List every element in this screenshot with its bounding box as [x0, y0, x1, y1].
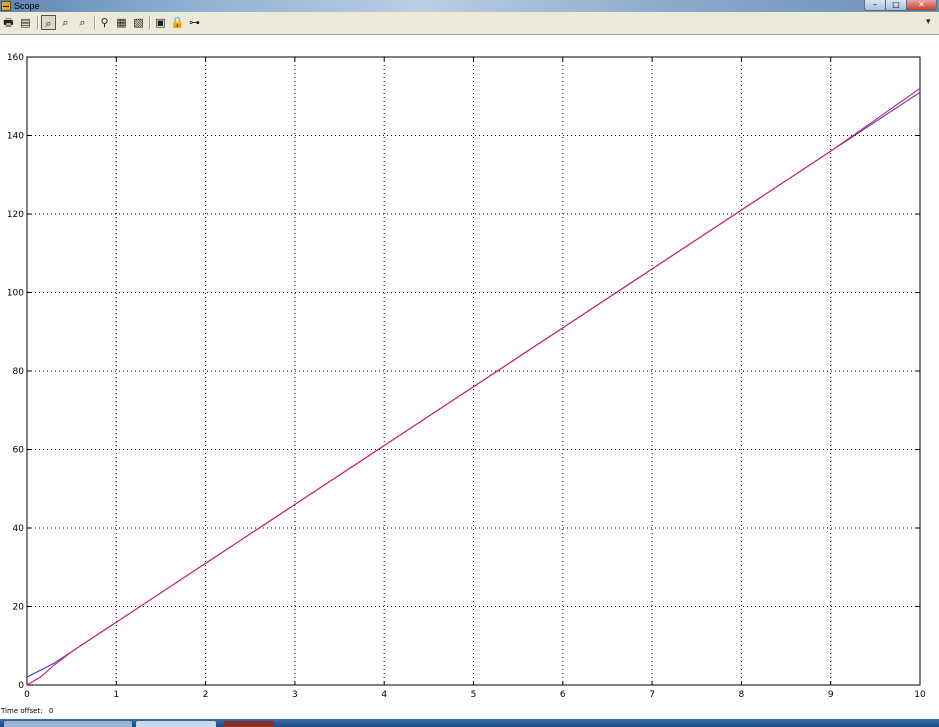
floating-scope-icon[interactable]: ▣ — [153, 15, 168, 30]
zoom-icon[interactable]: ⌕ — [41, 15, 56, 30]
time-offset-label: Time offset: — [1, 707, 43, 715]
taskbar-item[interactable] — [136, 721, 216, 727]
y-tick-label: 80 — [13, 367, 25, 377]
maximize-button[interactable]: □ — [885, 0, 907, 11]
x-tick-label: 7 — [649, 690, 655, 700]
x-tick-label: 6 — [560, 690, 566, 700]
y-tick-label: 120 — [7, 210, 24, 220]
taskbar-item[interactable] — [224, 721, 274, 727]
restore-axes-settings-icon[interactable]: ▧ — [131, 15, 146, 30]
y-tick-label: 140 — [7, 132, 24, 142]
axes-frame — [26, 56, 921, 686]
scope-app-icon — [1, 1, 11, 11]
time-offset-value: 0 — [49, 707, 54, 715]
x-tick-label: 1 — [113, 690, 119, 700]
y-tick-label: 60 — [13, 446, 25, 456]
status-bar: Time offset: 0 — [0, 705, 939, 719]
x-tick-label: 8 — [739, 690, 745, 700]
taskbar-item[interactable] — [4, 721, 132, 727]
parameters-icon[interactable]: ▤ — [18, 15, 33, 30]
scope-plot-area[interactable]: 0 1 2 3 4 5 6 7 8 9 10 0 20 40 60 80 100 120 140 160 — [0, 35, 939, 705]
x-tick-label: 9 — [828, 690, 834, 700]
x-tick-label: 5 — [471, 690, 477, 700]
y-tick-label: 40 — [13, 524, 25, 534]
y-tick-label: 160 — [7, 53, 24, 63]
y-tick-label: 100 — [7, 289, 24, 299]
title-bar[interactable]: Scope – □ ✕ — [0, 0, 939, 12]
zoom-x-axis-icon[interactable]: ⌕ — [58, 15, 73, 30]
y-tick-label: 0 — [18, 681, 24, 691]
y-tick-label: 20 — [13, 603, 25, 613]
signal-selection-icon[interactable]: ⊶ — [187, 15, 202, 30]
window-title: Scope — [14, 1, 40, 11]
scope-plot[interactable]: 0 1 2 3 4 5 6 7 8 9 10020406080100120140160 — [0, 35, 939, 705]
toolbar: 🖶 ▤ ⌕ ⌕ ⌕ ⚲ ▦ ▧ ▣ 🔒 ⊶ ▾ — [0, 12, 939, 35]
minimize-button[interactable]: – — [864, 0, 886, 11]
x-tick-label: 2 — [203, 690, 209, 700]
x-tick-label: 10 — [914, 690, 926, 700]
taskbar — [0, 719, 939, 727]
toolbar-separator — [149, 16, 151, 30]
zoom-y-axis-icon[interactable]: ⌕ — [75, 15, 90, 30]
toolbar-separator — [94, 16, 96, 30]
toolbar-separator — [37, 16, 39, 30]
x-tick-label: 4 — [381, 690, 387, 700]
x-tick-label: 3 — [292, 690, 298, 700]
x-tick-label: 0 — [24, 690, 30, 700]
autoscale-binoculars-icon[interactable]: ⚲ — [97, 15, 112, 30]
toolbar-overflow-chevron-icon[interactable]: ▾ — [926, 17, 931, 27]
print-icon[interactable]: 🖶 — [1, 15, 16, 30]
lock-axes-icon[interactable]: 🔒 — [170, 15, 185, 30]
save-axes-settings-icon[interactable]: ▦ — [114, 15, 129, 30]
close-button[interactable]: ✕ — [906, 0, 937, 11]
